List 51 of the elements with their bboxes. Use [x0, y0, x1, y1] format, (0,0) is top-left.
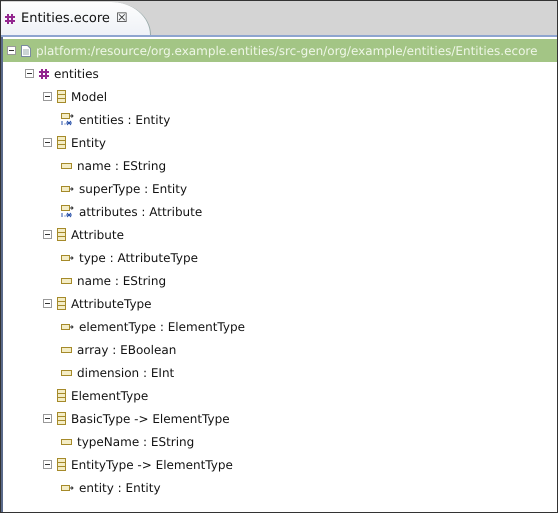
tree-item[interactable]: entities : Entity — [3, 108, 557, 131]
tree-item[interactable]: ElementType — [3, 384, 557, 407]
tree-item[interactable]: AttributeType — [3, 292, 557, 315]
tree-item[interactable]: superType : Entity — [3, 177, 557, 200]
attribute-icon — [61, 346, 72, 352]
package-icon — [39, 68, 49, 78]
collapse-toggle[interactable] — [43, 460, 52, 469]
tree-item[interactable]: BasicType -> ElementType — [3, 407, 557, 430]
package-icon — [5, 14, 15, 24]
reference-icon — [61, 186, 74, 192]
collapse-toggle[interactable] — [43, 92, 52, 101]
tree-item[interactable]: typeName : EString — [3, 430, 557, 453]
tree-item[interactable]: dimension : EInt — [3, 361, 557, 384]
collapse-toggle[interactable] — [25, 69, 34, 78]
tree-item[interactable]: elementType : ElementType — [3, 315, 557, 338]
file-icon — [21, 44, 31, 56]
attribute-icon — [61, 438, 72, 444]
collapse-toggle[interactable] — [43, 230, 52, 239]
tree-item[interactable]: attributes : Attribute — [3, 200, 557, 223]
tree-item[interactable]: Entity — [3, 131, 557, 154]
collapse-toggle[interactable] — [43, 414, 52, 423]
class-icon — [57, 228, 66, 241]
class-icon — [57, 297, 66, 310]
tree-item[interactable]: Model — [3, 85, 557, 108]
tree-item[interactable]: name : EString — [3, 269, 557, 292]
collapse-toggle[interactable] — [43, 138, 52, 147]
tree-item[interactable]: array : EBoolean — [3, 338, 557, 361]
tree-item[interactable]: entities — [3, 62, 557, 85]
collapse-toggle[interactable] — [43, 299, 52, 308]
collapse-toggle[interactable] — [7, 46, 16, 55]
attribute-icon — [61, 278, 72, 284]
tree-item[interactable]: Attribute — [3, 223, 557, 246]
containment-icon — [61, 205, 74, 218]
class-icon — [57, 412, 66, 425]
tree-item[interactable]: type : AttributeType — [3, 246, 557, 269]
class-icon — [57, 90, 66, 103]
editor-tab[interactable]: Entities.ecore ☒ — [1, 2, 151, 35]
class-icon — [57, 136, 66, 149]
class-icon — [57, 389, 66, 402]
tree-item[interactable]: EntityType -> ElementType — [3, 453, 557, 476]
reference-icon — [61, 484, 74, 490]
containment-icon — [61, 113, 74, 126]
tree-item[interactable]: entity : Entity — [3, 476, 557, 499]
reference-icon — [61, 254, 74, 260]
reference-icon — [61, 324, 74, 330]
attribute-icon — [61, 162, 72, 168]
close-icon[interactable]: ☒ — [116, 11, 128, 26]
tab-title: Entities.ecore — [21, 11, 110, 26]
attribute-icon — [61, 370, 72, 376]
class-icon — [57, 458, 66, 471]
tree-item[interactable]: name : EString — [3, 154, 557, 177]
